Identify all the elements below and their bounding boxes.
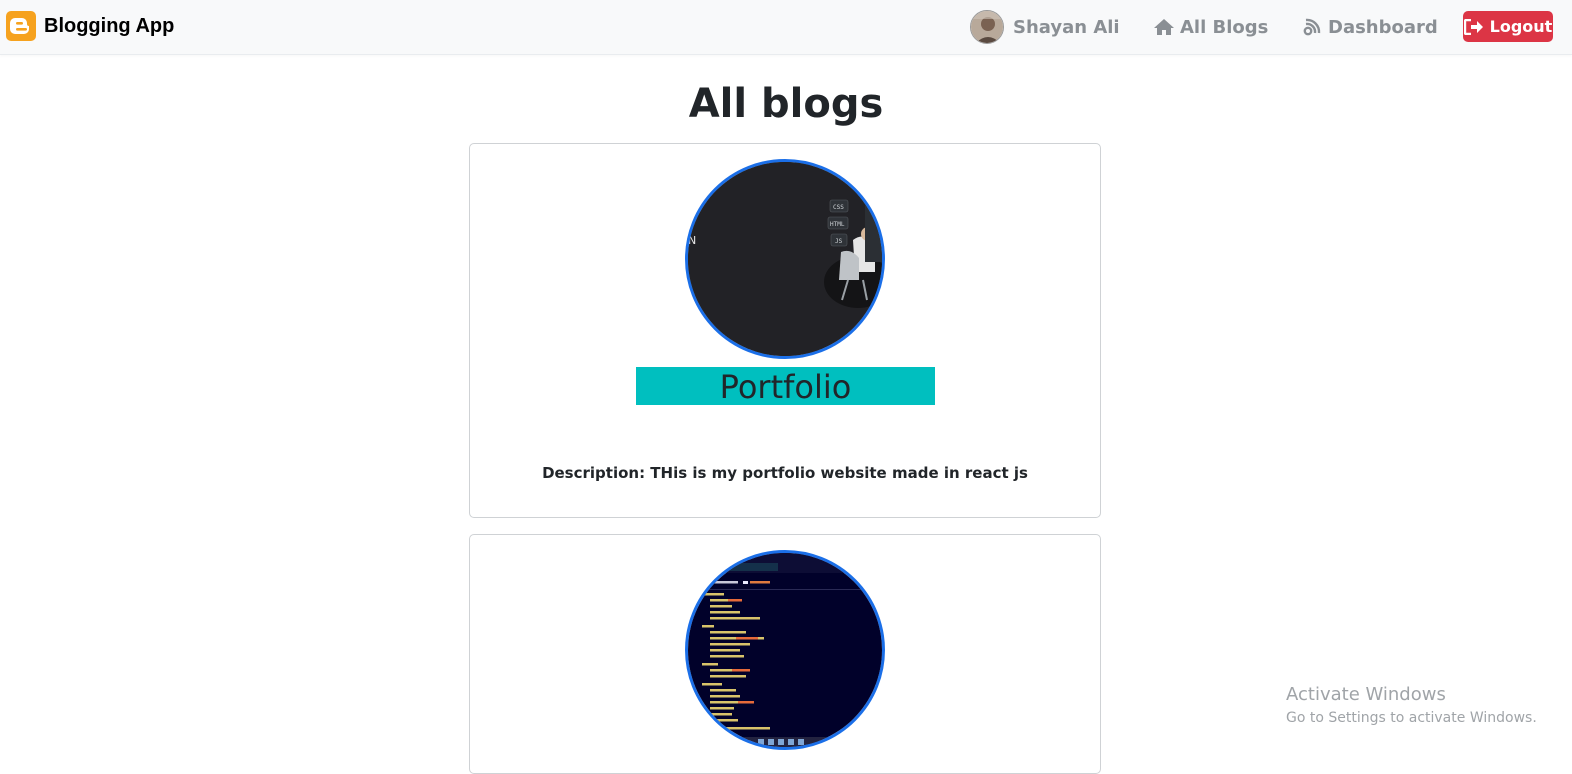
logout-button[interactable]: Logout xyxy=(1463,11,1553,42)
blog-thumbnail: N CSS HTML JS xyxy=(685,159,885,359)
nav-link-dashboard[interactable]: Dashboard xyxy=(1303,0,1438,54)
blog-card xyxy=(469,534,1101,774)
top-navbar: Blogging App Shayan Ali All Blogs Dashbo… xyxy=(0,0,1572,55)
windows-activation-watermark: Activate Windows Go to Settings to activ… xyxy=(1286,684,1537,728)
watermark-title: Activate Windows xyxy=(1286,684,1446,705)
user-profile-link[interactable]: Shayan Ali xyxy=(970,0,1120,54)
blog-feed-icon xyxy=(1303,18,1321,36)
svg-text:JS: JS xyxy=(835,238,843,245)
brand-link[interactable]: Blogging App xyxy=(6,11,174,41)
blog-card: N CSS HTML JS Portfolio Description: THi… xyxy=(469,143,1101,518)
user-name: Shayan Ali xyxy=(1013,16,1120,38)
watermark-subtitle: Go to Settings to activate Windows. xyxy=(1286,710,1537,726)
svg-text:N: N xyxy=(688,234,696,247)
logout-label: Logout xyxy=(1489,17,1553,36)
svg-text:CSS: CSS xyxy=(833,204,844,211)
avatar xyxy=(970,10,1004,44)
blog-description: Description: THis is my portfolio websit… xyxy=(542,464,1028,482)
nav-link-all-blogs[interactable]: All Blogs xyxy=(1153,0,1268,54)
blog-title: Portfolio xyxy=(636,367,935,406)
brand-title: Blogging App xyxy=(44,14,175,37)
sign-out-icon xyxy=(1463,18,1483,35)
page-title: All blogs xyxy=(688,81,884,127)
nav-link-label: Dashboard xyxy=(1328,16,1438,38)
home-icon xyxy=(1154,19,1174,35)
svg-text:HTML: HTML xyxy=(830,221,845,228)
blog-thumbnail xyxy=(685,550,885,750)
blogger-logo-icon xyxy=(6,11,36,41)
nav-link-label: All Blogs xyxy=(1180,16,1269,38)
